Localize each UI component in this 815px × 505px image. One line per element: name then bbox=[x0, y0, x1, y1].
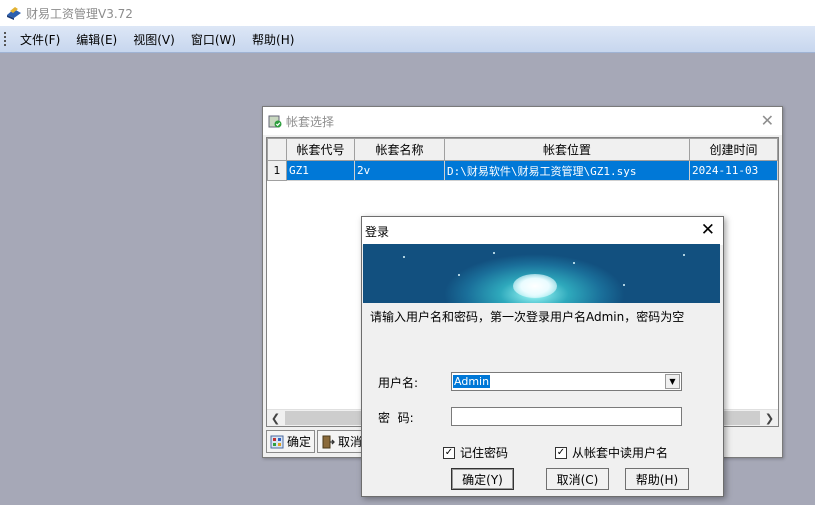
banner-glow bbox=[513, 274, 557, 298]
banner-star bbox=[458, 274, 460, 276]
account-cancel-button[interactable]: 取消 bbox=[317, 430, 367, 453]
column-header-path[interactable]: 帐套位置 bbox=[444, 138, 690, 161]
toolbar-grip-icon[interactable] bbox=[4, 32, 6, 46]
close-icon[interactable]: ✕ bbox=[701, 220, 715, 240]
menu-edit[interactable]: 编辑(E) bbox=[68, 31, 125, 48]
login-ok-button[interactable]: 确定(Y) bbox=[451, 468, 514, 490]
banner-star bbox=[493, 252, 495, 254]
account-window-title: 帐套选择 bbox=[286, 114, 335, 129]
column-header-name[interactable]: 帐套名称 bbox=[354, 138, 445, 161]
login-help-button[interactable]: 帮助(H) bbox=[625, 468, 689, 490]
account-cancel-label: 取消 bbox=[338, 435, 363, 449]
table-row[interactable]: 1 GZ1 2v D:\财易软件\财易工资管理\GZ1.sys 2024-11-… bbox=[267, 160, 778, 181]
read-user-label: 从帐套中读用户名 bbox=[572, 446, 669, 460]
login-cancel-button[interactable]: 取消(C) bbox=[546, 468, 609, 490]
read-user-from-account-checkbox[interactable]: ✓ 从帐套中读用户名 bbox=[555, 444, 668, 461]
cell-path[interactable]: D:\财易软件\财易工资管理\GZ1.sys bbox=[444, 160, 690, 181]
banner-star bbox=[623, 284, 625, 286]
scroll-left-icon[interactable]: ❮ bbox=[267, 412, 284, 425]
menu-window[interactable]: 窗口(W) bbox=[183, 31, 244, 48]
username-combobox[interactable]: Admin ▼ bbox=[451, 372, 682, 391]
checkbox-check-icon[interactable]: ✓ bbox=[555, 446, 567, 459]
row-number: 1 bbox=[267, 160, 287, 181]
remember-password-checkbox[interactable]: ✓ 记住密码 bbox=[443, 444, 508, 461]
banner-star bbox=[403, 256, 405, 258]
account-ok-button[interactable]: 确定 bbox=[266, 430, 316, 453]
exit-door-icon bbox=[322, 435, 335, 448]
banner-star bbox=[683, 254, 685, 256]
scroll-right-icon[interactable]: ❯ bbox=[761, 412, 778, 425]
login-dialog: 登录 ✕ 请输入用户名和密码，第一次登录用户名Admin，密码为空 用户名: A… bbox=[361, 216, 724, 497]
banner-star bbox=[573, 262, 575, 264]
menu-help[interactable]: 帮助(H) bbox=[244, 31, 302, 48]
login-title-bar[interactable]: 登录 ✕ bbox=[362, 217, 723, 245]
chevron-down-icon[interactable]: ▼ bbox=[665, 374, 680, 389]
app-title: 财易工资管理V3.72 bbox=[26, 6, 133, 21]
app-logo-icon bbox=[7, 7, 21, 20]
column-header-code[interactable]: 帐套代号 bbox=[286, 138, 355, 161]
cell-created[interactable]: 2024-11-03 bbox=[689, 160, 778, 181]
grid-corner-header bbox=[267, 138, 287, 161]
remember-password-label: 记住密码 bbox=[460, 446, 509, 460]
account-ok-label: 确定 bbox=[287, 435, 312, 449]
menu-view[interactable]: 视图(V) bbox=[125, 31, 183, 48]
login-title: 登录 bbox=[365, 224, 390, 239]
confirm-icon bbox=[270, 435, 284, 448]
login-banner-image bbox=[363, 244, 720, 303]
cell-code[interactable]: GZ1 bbox=[286, 160, 355, 181]
account-window-icon bbox=[268, 115, 282, 128]
login-instruction: 请输入用户名和密码，第一次登录用户名Admin，密码为空 bbox=[370, 310, 685, 324]
checkbox-check-icon[interactable]: ✓ bbox=[443, 446, 455, 459]
username-label: 用户名: bbox=[378, 376, 419, 390]
password-label: 密 码: bbox=[378, 411, 414, 425]
cell-name[interactable]: 2v bbox=[354, 160, 445, 181]
password-input[interactable] bbox=[451, 407, 682, 426]
username-value[interactable]: Admin bbox=[453, 375, 491, 388]
app-title-bar: 财易工资管理V3.72 bbox=[0, 0, 815, 26]
close-icon[interactable]: ✕ bbox=[761, 111, 774, 130]
column-header-created[interactable]: 创建时间 bbox=[689, 138, 778, 161]
account-window-title-bar[interactable]: 帐套选择 ✕ bbox=[263, 107, 782, 135]
menu-bar: 文件(F) 编辑(E) 视图(V) 窗口(W) 帮助(H) bbox=[0, 26, 815, 53]
menu-file[interactable]: 文件(F) bbox=[12, 31, 68, 48]
